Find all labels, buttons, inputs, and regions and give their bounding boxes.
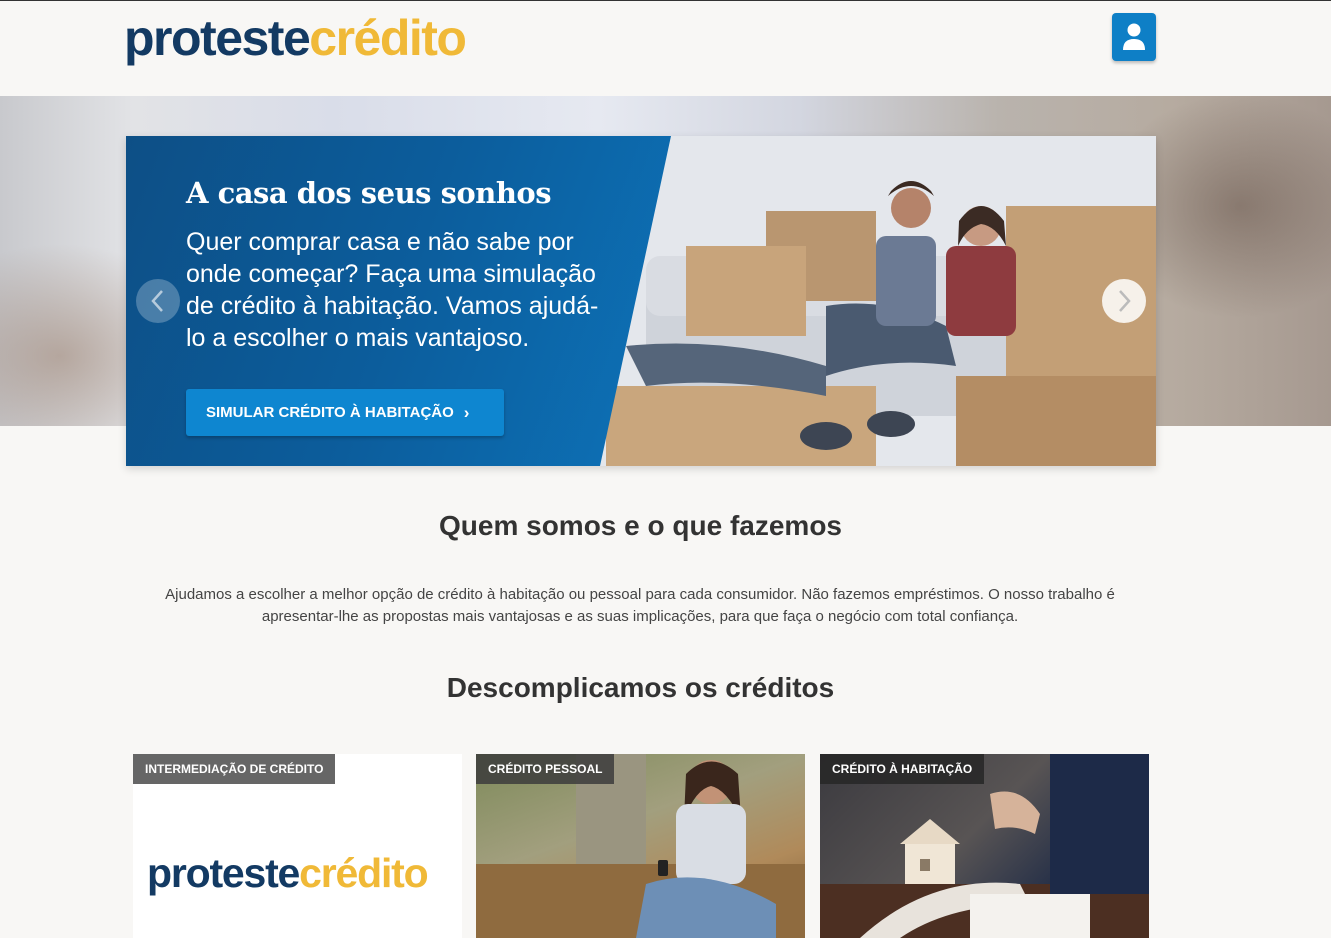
hero-slide: A casa dos seus sonhos Quer comprar casa… [126, 136, 1156, 466]
carousel-prev-button[interactable] [136, 279, 180, 323]
hero-title: A casa dos seus sonhos [186, 176, 552, 210]
card-credit-intermediation[interactable]: INTERMEDIAÇÃO DE CRÉDITO protestecrédito [133, 754, 462, 938]
about-text: Ajudamos a escolher a melhor opção de cr… [165, 586, 1115, 625]
logo-part-credito: crédito [309, 10, 467, 66]
chevron-left-icon [151, 290, 163, 312]
user-account-button[interactable] [1112, 13, 1156, 61]
site-header: protestecrédito [0, 1, 1331, 96]
chevron-right-icon: › [463, 402, 470, 422]
chevron-right-icon [1119, 290, 1131, 312]
card-tag: CRÉDITO PESSOAL [476, 754, 615, 784]
hero-description: Quer comprar casa e não sabe por onde co… [186, 228, 599, 352]
card-tag: INTERMEDIAÇÃO DE CRÉDITO [133, 754, 336, 784]
hero-text-panel: A casa dos seus sonhos Quer comprar casa… [126, 136, 671, 466]
user-icon [1123, 23, 1145, 50]
card-mortgage-credit[interactable]: CRÉDITO À HABITAÇÃO [820, 754, 1149, 938]
card-tag: CRÉDITO À HABITAÇÃO [820, 754, 985, 784]
credits-title: Descomplicamos os créditos [446, 672, 835, 703]
simulate-mortgage-button[interactable]: SIMULAR CRÉDITO À HABITAÇÃO › [186, 389, 504, 436]
site-logo[interactable]: protestecrédito [124, 9, 467, 67]
logo-part-proteste: proteste [124, 10, 311, 66]
carousel-next-button[interactable] [1102, 279, 1146, 323]
simulate-mortgage-label: SIMULAR CRÉDITO À HABITAÇÃO [206, 404, 454, 421]
about-title: Quem somos e o que fazemos [439, 510, 842, 541]
card-logo: protestecrédito [147, 850, 429, 897]
card-logo-part-credito: crédito [299, 850, 428, 896]
card-logo-part-proteste: proteste [147, 850, 300, 896]
card-personal-credit[interactable]: CRÉDITO PESSOAL [476, 754, 805, 938]
